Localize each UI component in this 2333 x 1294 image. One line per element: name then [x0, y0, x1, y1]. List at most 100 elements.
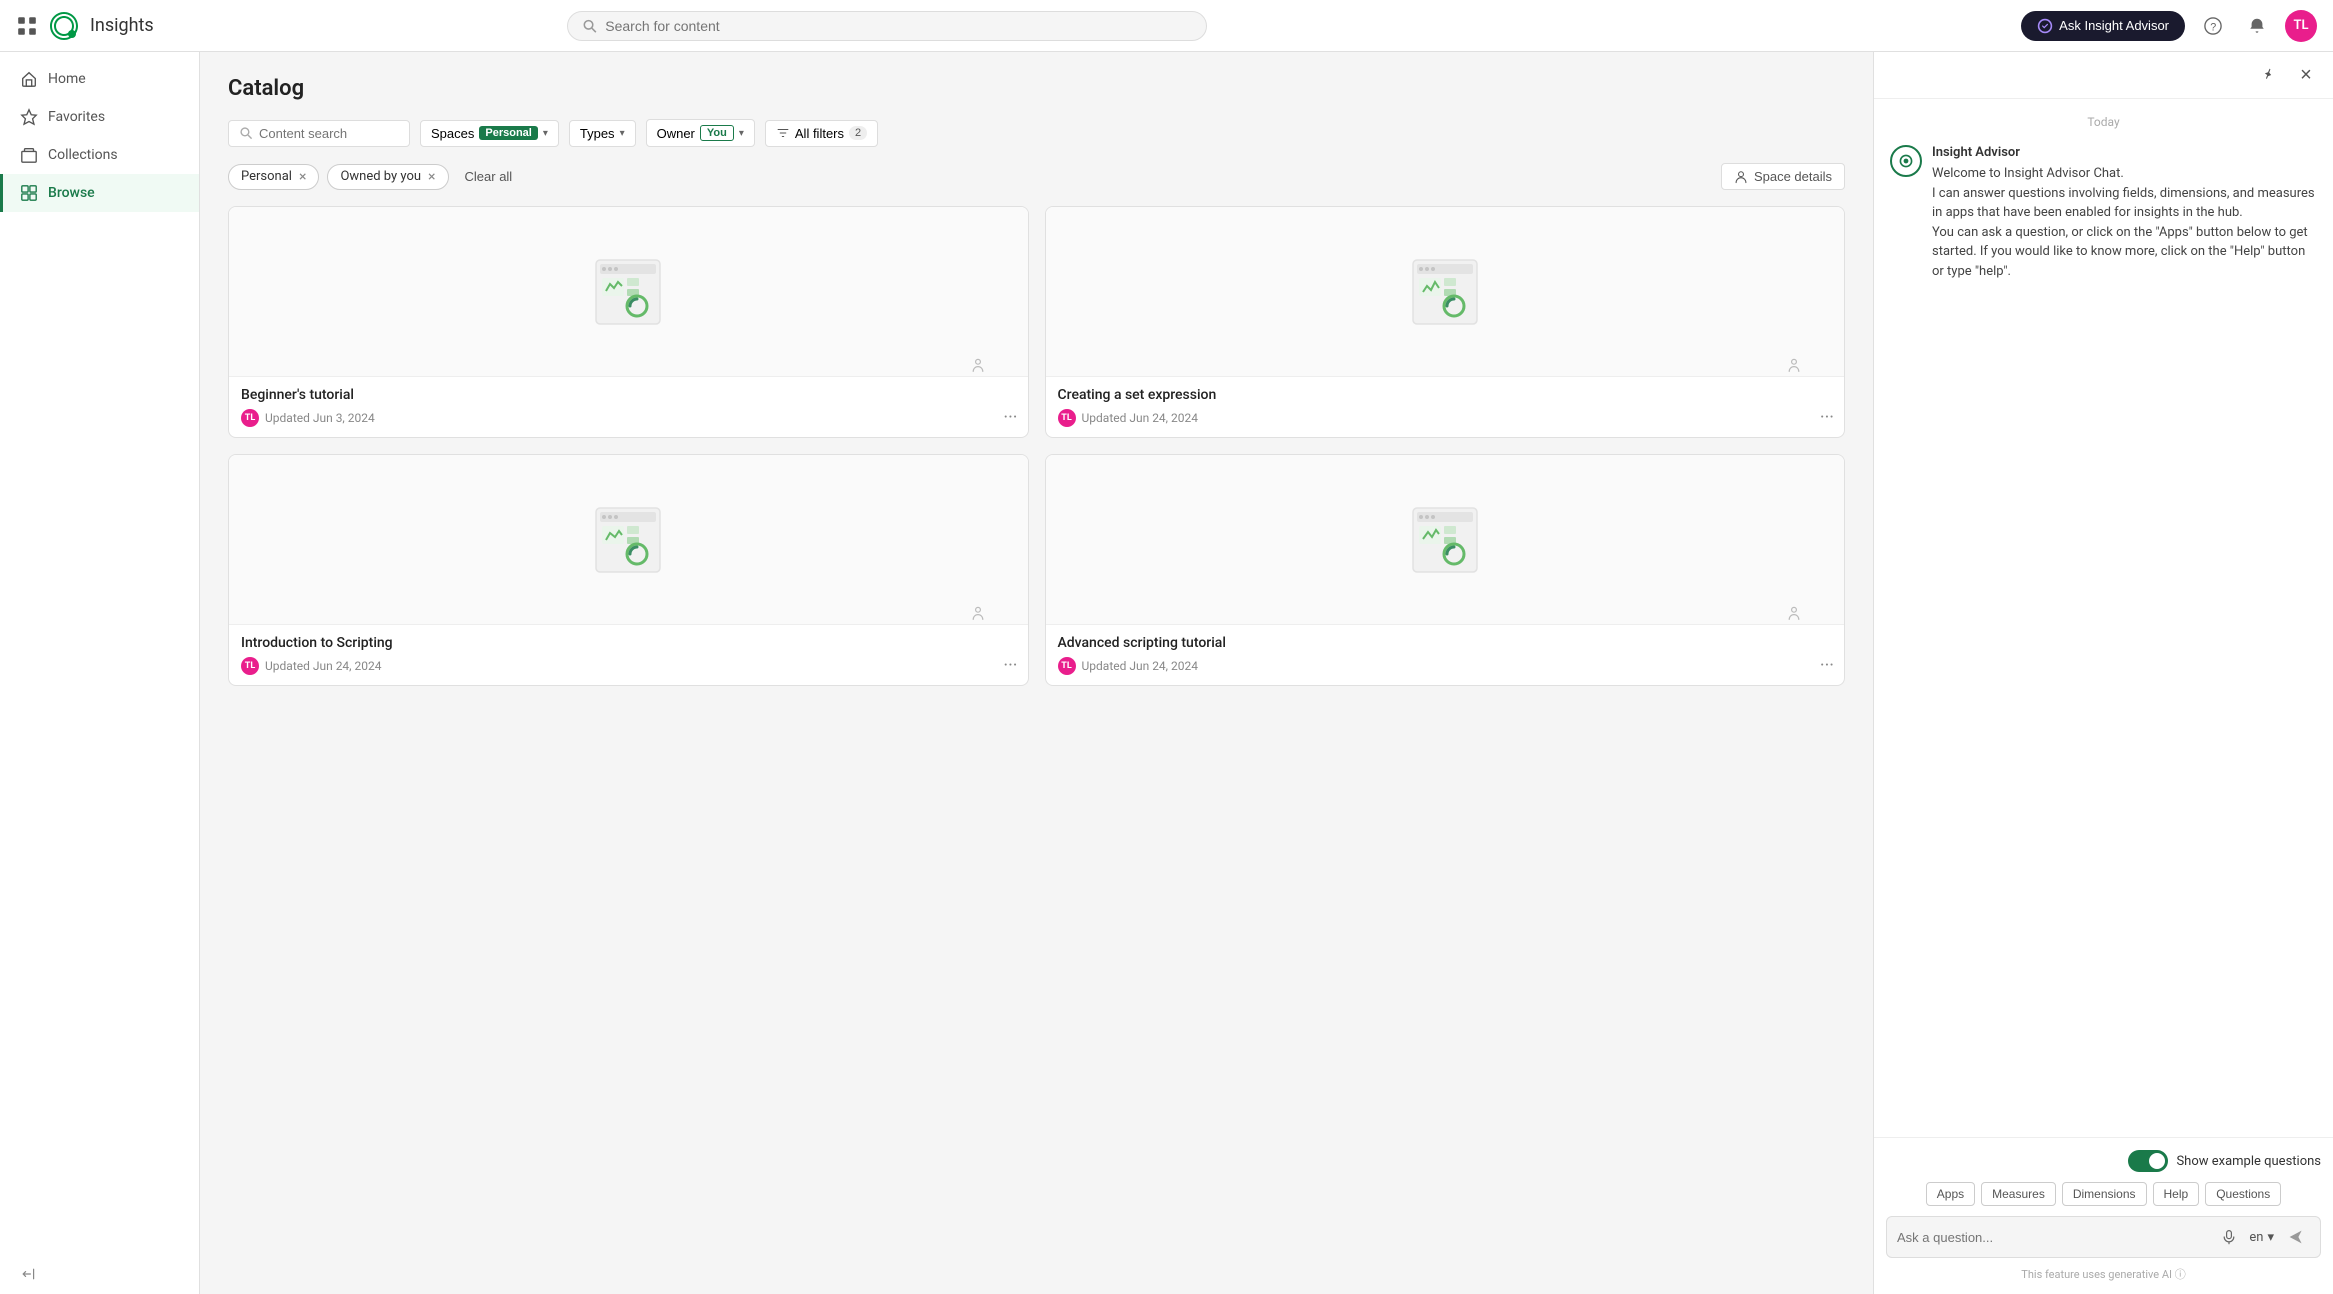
apps-quick-button[interactable]: Apps	[1926, 1182, 1975, 1206]
card-thumbnail	[229, 207, 1028, 377]
search-icon	[582, 18, 597, 34]
ask-insight-advisor-button[interactable]: Ask Insight Advisor	[2021, 11, 2185, 41]
card-thumbnail	[1046, 207, 1845, 377]
chat-logo-icon	[1898, 153, 1914, 169]
sidebar-item-collections[interactable]: Collections	[0, 136, 199, 174]
card-owner-avatar: TL	[1058, 409, 1076, 427]
top-bar-left: Insights	[16, 8, 154, 44]
pin-icon	[2260, 67, 2276, 83]
grid-icon[interactable]	[16, 15, 38, 37]
card-meta: TL Updated Jun 3, 2024	[241, 409, 1016, 427]
show-example-toggle[interactable]	[2128, 1150, 2168, 1172]
card-menu-button[interactable]: ···	[1003, 657, 1017, 675]
language-select[interactable]: en ▾	[2249, 1230, 2274, 1245]
chat-area: Today Insight Advisor Welcome to Insight…	[1874, 99, 2333, 1137]
card-menu-button[interactable]: ···	[1820, 657, 1834, 675]
sidebar-item-favorites[interactable]: Favorites	[0, 98, 199, 136]
sidebar-nav: Home Favorites Collections	[0, 52, 199, 1254]
card-intro-scripting[interactable]: Introduction to Scripting TL Updated Jun…	[228, 454, 1029, 686]
types-filter-button[interactable]: Types ▾	[569, 120, 636, 147]
home-icon	[20, 70, 38, 88]
chat-bubble: Insight Advisor Welcome to Insight Advis…	[1932, 145, 2317, 281]
bell-icon	[2248, 17, 2266, 35]
owner-filter-button[interactable]: Owner You ▾	[646, 119, 755, 147]
catalog-wrap: Catalog Spaces Personal ▾	[200, 52, 1873, 710]
sidebar-item-browse[interactable]: Browse	[0, 174, 199, 212]
chevron-down-icon: ▾	[739, 128, 744, 139]
content-search-input[interactable]	[259, 126, 399, 141]
right-panel: × Today Insight Advisor Welcome	[1873, 52, 2333, 1294]
search-input-wrap[interactable]	[567, 11, 1207, 41]
ask-input-row: en ▾	[1886, 1216, 2321, 1258]
panel-footer: Show example questions Apps Measures Dim…	[1874, 1137, 2333, 1294]
card-info: Advanced scripting tutorial TL Updated J…	[1046, 625, 1845, 685]
app-thumbnail-icon	[1409, 256, 1481, 328]
dimensions-quick-button[interactable]: Dimensions	[2062, 1182, 2147, 1206]
card-meta: TL Updated Jun 24, 2024	[1058, 657, 1833, 675]
notifications-button[interactable]	[2241, 10, 2273, 42]
info-icon: ⓘ	[2175, 1268, 2186, 1281]
user-icon	[970, 357, 986, 373]
close-icon: ×	[2300, 64, 2312, 87]
ai-notice: This feature uses generative AI ⓘ	[1886, 1266, 2321, 1282]
card-info: Beginner's tutorial TL Updated Jun 3, 20…	[229, 377, 1028, 437]
send-icon	[2288, 1229, 2304, 1245]
spaces-filter-button[interactable]: Spaces Personal ▾	[420, 120, 559, 147]
filter-chip-owned-by-you[interactable]: Owned by you ×	[327, 164, 448, 190]
send-button[interactable]	[2282, 1223, 2310, 1251]
card-info: Introduction to Scripting TL Updated Jun…	[229, 625, 1028, 685]
card-creating-set-expression[interactable]: Creating a set expression TL Updated Jun…	[1045, 206, 1846, 438]
remove-chip-owned-by-you[interactable]: ×	[428, 169, 435, 185]
remove-chip-personal[interactable]: ×	[299, 169, 306, 185]
search-bar	[567, 11, 1207, 41]
card-beginners-tutorial[interactable]: Beginner's tutorial TL Updated Jun 3, 20…	[228, 206, 1029, 438]
help-quick-button[interactable]: Help	[2153, 1182, 2200, 1206]
filter-chip-personal[interactable]: Personal ×	[228, 164, 319, 190]
card-menu-button[interactable]: ···	[1003, 409, 1017, 427]
card-info: Creating a set expression TL Updated Jun…	[1046, 377, 1845, 437]
top-bar-right: Ask Insight Advisor ? TL	[2021, 10, 2317, 42]
card-owner-avatar: TL	[241, 657, 259, 675]
show-example-row: Show example questions	[1886, 1150, 2321, 1172]
chevron-down-icon: ▾	[543, 128, 548, 139]
clear-all-button[interactable]: Clear all	[457, 165, 521, 188]
sidebar-item-home[interactable]: Home	[0, 60, 199, 98]
card-thumbnail	[1046, 455, 1845, 625]
card-owner-avatar: TL	[241, 409, 259, 427]
help-icon: ?	[2204, 17, 2222, 35]
card-meta: TL Updated Jun 24, 2024	[1058, 409, 1833, 427]
card-owner-avatar: TL	[1058, 657, 1076, 675]
quick-buttons: Apps Measures Dimensions Help Questions	[1886, 1182, 2321, 1206]
questions-quick-button[interactable]: Questions	[2205, 1182, 2281, 1206]
card-advanced-scripting[interactable]: Advanced scripting tutorial TL Updated J…	[1045, 454, 1846, 686]
ask-input[interactable]	[1897, 1230, 2209, 1245]
collapse-sidebar-button[interactable]	[20, 1266, 179, 1282]
browse-icon	[20, 184, 38, 202]
chat-message: Insight Advisor Welcome to Insight Advis…	[1890, 145, 2317, 281]
chevron-down-icon: ▾	[620, 128, 625, 139]
help-button[interactable]: ?	[2197, 10, 2229, 42]
mic-icon	[2221, 1229, 2237, 1245]
avatar[interactable]: TL	[2285, 10, 2317, 42]
cards-grid: Beginner's tutorial TL Updated Jun 3, 20…	[228, 206, 1845, 686]
pin-panel-button[interactable]	[2253, 60, 2283, 90]
qlik-logo[interactable]	[46, 8, 82, 44]
close-panel-button[interactable]: ×	[2291, 60, 2321, 90]
catalog-title: Catalog	[228, 76, 1845, 101]
search-filter-icon	[239, 126, 253, 140]
insight-icon	[2037, 18, 2053, 34]
main-area: Home Favorites Collections	[0, 52, 2333, 1294]
all-filters-button[interactable]: All filters 2	[765, 120, 878, 147]
app-thumbnail-icon	[592, 256, 664, 328]
day-label: Today	[1890, 115, 2317, 129]
content-search-filter[interactable]	[228, 120, 410, 147]
chat-text: Welcome to Insight Advisor Chat. I can a…	[1932, 164, 2317, 281]
card-menu-button[interactable]: ···	[1820, 409, 1834, 427]
measures-quick-button[interactable]: Measures	[1981, 1182, 2056, 1206]
user-icon	[1786, 605, 1802, 621]
content-area: Catalog Spaces Personal ▾	[200, 52, 1873, 1294]
search-input[interactable]	[605, 18, 1192, 34]
space-details-button[interactable]: Space details	[1721, 163, 1845, 190]
panel-header: ×	[1874, 52, 2333, 99]
microphone-button[interactable]	[2217, 1225, 2241, 1249]
